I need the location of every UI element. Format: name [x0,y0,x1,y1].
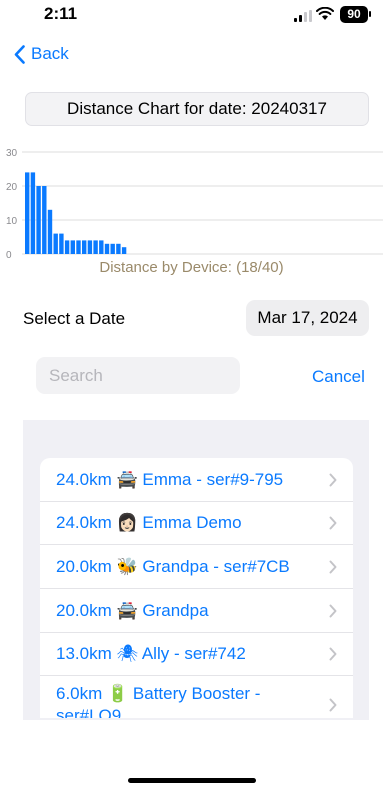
chevron-right-icon [329,698,337,712]
device-row[interactable]: 24.0km 🚔 Emma - ser#9-795 [40,458,353,502]
device-row-label: 6.0km 🔋 Battery Booster - ser#LQ9 [56,684,261,718]
chart-y-tick-label: 30 [6,148,18,159]
device-row-label: 13.0km 🕷 Ally - ser#742 [56,644,246,663]
chevron-right-icon [329,473,337,486]
chart-bar [121,247,127,254]
chart-bar [76,240,81,254]
chevron-right-icon [329,604,337,617]
chevron-right-icon [329,560,337,573]
select-date-label: Select a Date [23,309,126,328]
page-title: Distance Chart for date: 20240317 [25,92,369,126]
device-row-label: 24.0km 👩🏻 Emma Demo [56,513,242,532]
chart-bar [99,240,104,254]
chart-bar [36,186,41,254]
device-list: 24.0km 🚔 Emma - ser#9-795 24.0km 👩🏻 Emma … [40,458,353,718]
device-row[interactable]: 13.0km 🕷 Ally - ser#742 [40,633,353,676]
search-input[interactable] [36,357,240,394]
distance-bar-chart: 0102030 [6,148,383,260]
chart-bar [116,243,121,254]
cancel-button[interactable]: Cancel [312,367,365,387]
chart-bar [25,172,30,254]
chart-bar [104,243,110,254]
device-row[interactable]: 20.0km 🐝 Grandpa - ser#7CB [40,545,353,589]
chart-bar [93,240,98,254]
device-row[interactable]: 24.0km 👩🏻 Emma Demo [40,502,353,545]
chart-bar [53,233,58,254]
chart-bar [42,186,47,254]
battery-icon: 90 [340,6,368,23]
status-bar: 2:11 90 [0,0,383,44]
chart-bar [70,240,75,254]
date-picker-button[interactable]: Mar 17, 2024 [246,300,369,336]
device-row-label: 24.0km 🚔 Emma - ser#9-795 [56,469,284,489]
back-label: Back [31,44,69,63]
home-indicator [128,778,256,783]
signal-icon [294,10,312,22]
back-button[interactable]: Back [14,42,69,66]
device-row[interactable]: 20.0km 🚔 Grandpa [40,589,353,633]
chart-y-tick-label: 10 [6,216,18,227]
chart-bar [30,172,36,254]
battery-tip [369,11,371,17]
chevron-right-icon [329,516,337,530]
chart-bar [64,240,70,254]
device-row-label: 20.0km 🐝 Grandpa - ser#7CB [56,556,290,576]
device-row-label: 20.0km 🚔 Grandpa [56,600,209,620]
chevron-left-icon [14,44,25,64]
chevron-right-icon [329,647,337,661]
chart-bar [87,240,93,254]
chart-bar [59,233,64,254]
chart-bar [47,209,53,254]
status-time: 2:11 [44,4,78,23]
chart-bar [110,243,115,254]
chart-x-axis-label: Distance by Device: (18/40) [99,259,284,276]
chart-bar [82,240,87,254]
chart-y-tick-label: 20 [6,182,18,193]
wifi-icon [316,7,334,20]
device-row[interactable]: 6.0km 🔋 Battery Booster - ser#LQ9 [40,676,353,718]
